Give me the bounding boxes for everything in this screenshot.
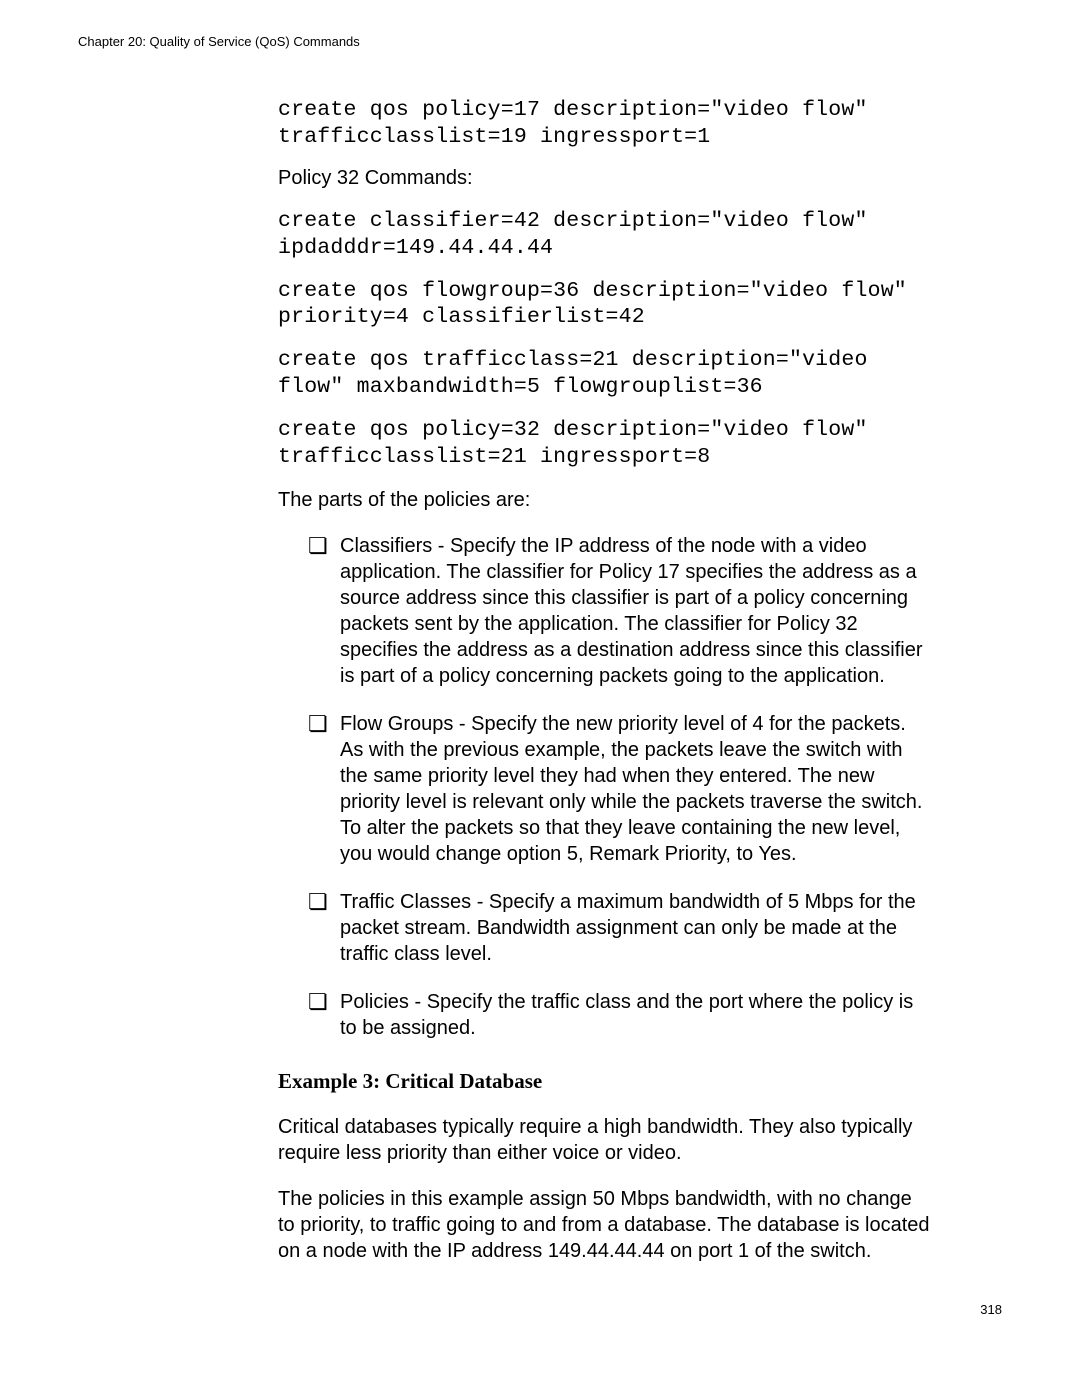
chapter-header: Chapter 20: Quality of Service (QoS) Com… bbox=[78, 34, 1002, 49]
main-content: create qos policy=17 description="video … bbox=[278, 97, 932, 1264]
bullet-text: Traffic Classes - Specify a maximum band… bbox=[340, 889, 932, 967]
code-block-2-2: create qos flowgroup=36 description="vid… bbox=[278, 278, 932, 332]
intro-text: The parts of the policies are: bbox=[278, 487, 932, 513]
page-number: 318 bbox=[980, 1302, 1002, 1317]
paragraph-1: Critical databases typically require a h… bbox=[278, 1114, 932, 1166]
code-block-2-3: create qos trafficclass=21 description="… bbox=[278, 347, 932, 401]
code-block-2-4: create qos policy=32 description="video … bbox=[278, 417, 932, 471]
bullet-marker-icon: ❏ bbox=[308, 533, 340, 689]
bullet-marker-icon: ❏ bbox=[308, 989, 340, 1041]
code-block-2-1: create classifier=42 description="video … bbox=[278, 208, 932, 262]
bullet-text: Classifiers - Specify the IP address of … bbox=[340, 533, 932, 689]
paragraph-2: The policies in this example assign 50 M… bbox=[278, 1186, 932, 1264]
example-heading: Example 3: Critical Database bbox=[278, 1069, 932, 1094]
bullet-item: ❏ Flow Groups - Specify the new priority… bbox=[308, 711, 932, 867]
bullet-text: Flow Groups - Specify the new priority l… bbox=[340, 711, 932, 867]
bullet-marker-icon: ❏ bbox=[308, 889, 340, 967]
bullet-item: ❏ Classifiers - Specify the IP address o… bbox=[308, 533, 932, 689]
bullet-item: ❏ Traffic Classes - Specify a maximum ba… bbox=[308, 889, 932, 967]
code-block-1: create qos policy=17 description="video … bbox=[278, 97, 932, 151]
bullet-list: ❏ Classifiers - Specify the IP address o… bbox=[308, 533, 932, 1041]
bullet-marker-icon: ❏ bbox=[308, 711, 340, 867]
policy-32-label: Policy 32 Commands: bbox=[278, 167, 932, 190]
bullet-item: ❏ Policies - Specify the traffic class a… bbox=[308, 989, 932, 1041]
bullet-text: Policies - Specify the traffic class and… bbox=[340, 989, 932, 1041]
